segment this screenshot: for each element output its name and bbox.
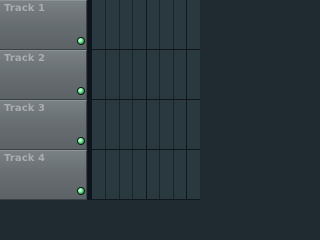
green-led-icon[interactable]	[78, 38, 84, 44]
grid-column-line	[119, 0, 120, 200]
grid-bar-line	[146, 0, 147, 200]
grid-column-line	[132, 0, 133, 200]
green-led-icon[interactable]	[78, 188, 84, 194]
green-led-icon[interactable]	[78, 138, 84, 144]
track-header-4[interactable]: Track 4	[0, 150, 87, 200]
track-header-2[interactable]: Track 2	[0, 50, 87, 100]
track-label-4: Track 4	[4, 153, 46, 164]
track-header-3[interactable]: Track 3	[0, 100, 87, 150]
playlist-grid[interactable]	[92, 0, 200, 200]
grid-column-line	[105, 0, 106, 200]
track-label-3: Track 3	[4, 103, 46, 114]
track-label-2: Track 2	[4, 53, 46, 64]
grid-row-line	[92, 99, 200, 100]
grid-column-line	[173, 0, 174, 200]
track-list: Track 1 Track 2 Track 3 Track 4	[0, 0, 88, 200]
track-header-1[interactable]: Track 1	[0, 0, 87, 50]
grid-row-line	[92, 199, 200, 200]
grid-bar-line	[186, 0, 187, 200]
grid-column-line	[159, 0, 160, 200]
grid-row-line	[92, 149, 200, 150]
playlist-window: Track 1 Track 2 Track 3 Track 4	[0, 0, 200, 200]
grid-row-line	[92, 49, 200, 50]
green-led-icon[interactable]	[78, 88, 84, 94]
track-label-1: Track 1	[4, 3, 46, 14]
